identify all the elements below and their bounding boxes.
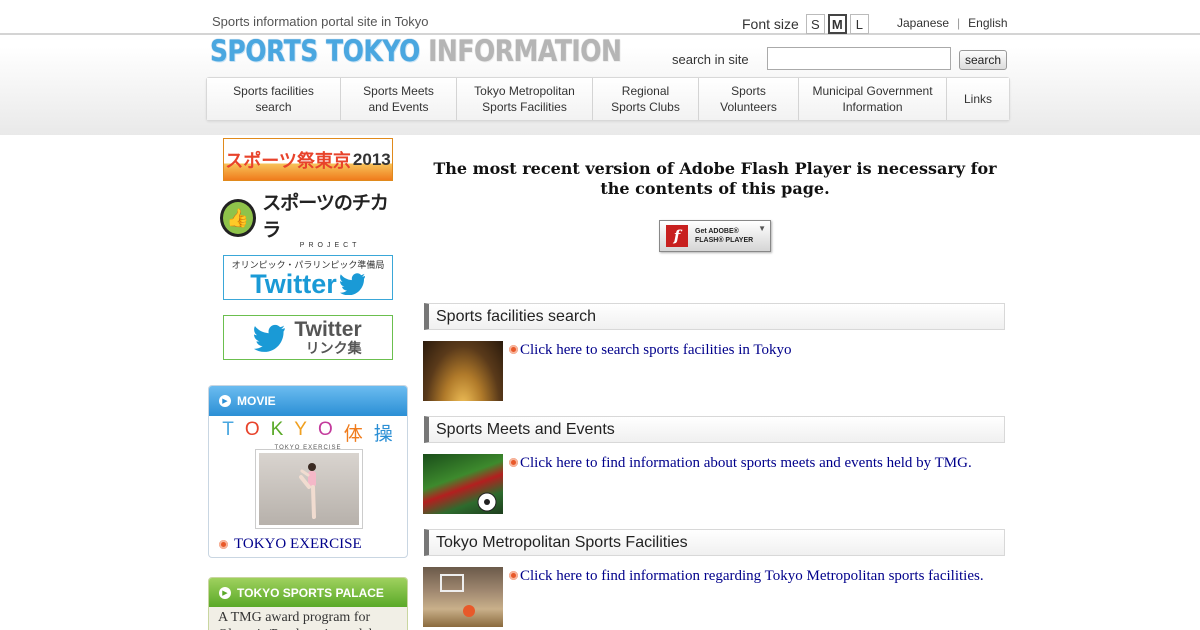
logo-char: K (270, 419, 285, 440)
section-heading-metropolitan-facilities: Tokyo Metropolitan Sports Facilities (424, 529, 1005, 556)
banner-twitter-links[interactable]: Twitter リンク集 (223, 315, 393, 360)
site-logo[interactable]: SPORTS TOKYO INFORMATION (210, 34, 622, 68)
section-image-soccer[interactable] (423, 454, 503, 514)
flash-icon: f (666, 225, 688, 247)
nav-tokyo-metropolitan-facilities[interactable]: Tokyo Metropolitan Sports Facilities (457, 78, 593, 120)
logo-char: 体 (343, 424, 364, 445)
section-heading-meets-events: Sports Meets and Events (424, 416, 1005, 443)
language-japanese-link[interactable]: Japanese (897, 16, 949, 30)
orange-bullet-icon (509, 458, 518, 467)
logo-char: O (244, 419, 261, 440)
banner-chikara-sub: PROJECT (299, 241, 361, 249)
logo-char: O (317, 419, 334, 440)
nav-sports-facilities-search[interactable]: Sports facilities search (207, 78, 341, 120)
section-link-text: Click here to find information regarding… (520, 568, 984, 584)
flash-required-message: The most recent version of Adobe Flash P… (433, 159, 997, 198)
nav-regional-sports-clubs[interactable]: Regional Sports Clubs (593, 78, 699, 120)
banner-chikara-text: スポーツのチカラ (262, 192, 389, 241)
logo-char: Y (294, 419, 308, 440)
twitter-bird-icon (254, 324, 286, 352)
movie-heading: MOVIE (237, 394, 276, 408)
banner-sports-festival-2013[interactable]: スポーツ祭東京 2013 (223, 138, 393, 181)
nav-sports-meets-events[interactable]: Sports Meets and Events (341, 78, 457, 120)
soccer-ball-image (477, 492, 497, 512)
download-arrow-icon: ▼ (758, 224, 766, 233)
flash-button-line1: Get ADOBE® (695, 228, 739, 235)
section-heading-facilities-search: Sports facilities search (424, 303, 1005, 330)
movie-panel: ▶ MOVIE T O K Y O 体 操 TOKYO EXERCISE TOK… (208, 385, 408, 558)
site-tagline: Sports information portal site in Tokyo (212, 14, 429, 29)
banner-twitter1-text: Twitter (250, 268, 337, 299)
section-link-facilities-search[interactable]: Click here to search sports facilities i… (509, 341, 989, 360)
sports-palace-heading: TOKYO SPORTS PALACE (237, 585, 384, 600)
sports-palace-panel: ▶ TOKYO SPORTS PALACE A TMG award progra… (208, 577, 408, 630)
twitter-bird-icon (339, 273, 365, 295)
nav-links[interactable]: Links (947, 78, 1009, 120)
basketball-hoop-image (440, 574, 475, 617)
font-size-control: Font size S M L (742, 14, 872, 34)
font-size-small-button[interactable]: S (805, 14, 825, 34)
font-size-medium-button[interactable]: M (827, 14, 847, 34)
movie-heading-bar: ▶ MOVIE (209, 386, 407, 416)
section-link-text: Click here to search sports facilities i… (520, 342, 792, 358)
thumbs-up-icon: 👍 (220, 199, 257, 237)
banner-twitter2-sub: リンク集 (305, 340, 362, 356)
language-switch: Japanese | English (897, 16, 1008, 30)
section-link-meets-events[interactable]: Click here to find information about spo… (509, 454, 989, 473)
section-image-basketball[interactable] (423, 567, 503, 627)
exercise-figure-image (299, 463, 316, 519)
orange-bullet-icon (219, 540, 228, 549)
play-circle-icon: ▶ (219, 395, 231, 407)
movie-link[interactable]: TOKYO EXERCISE (219, 536, 362, 553)
banner-matsuri-text: スポーツ祭東京 (225, 150, 351, 172)
logo-char: 操 (373, 424, 394, 445)
banner-twitter-olympic[interactable]: オリンピック・パラリンピック準備局 Twitter (223, 255, 393, 300)
get-flash-player-button[interactable]: f Get ADOBE® FLASH® PLAYER ▼ (659, 220, 771, 252)
orange-bullet-icon (509, 345, 518, 354)
sports-palace-text: A TMG award program for Olympic/Paralymp… (218, 610, 372, 630)
search-input[interactable] (767, 47, 951, 70)
section-link-metropolitan-facilities[interactable]: Click here to find information regarding… (509, 567, 989, 586)
orange-bullet-icon (509, 571, 518, 580)
banner-sports-power-project[interactable]: 👍 スポーツのチカラ PROJECT (220, 193, 398, 249)
play-circle-icon: ▶ (219, 586, 231, 599)
nav-sports-volunteers[interactable]: Sports Volunteers (699, 78, 799, 120)
movie-thumbnail[interactable] (256, 450, 362, 528)
banner-matsuri-year: 2013 (352, 149, 391, 169)
movie-link-text: TOKYO EXERCISE (234, 536, 362, 552)
banner-twitter2-text: Twitter (294, 318, 362, 341)
logo-sub-text: INFORMATION (428, 34, 622, 68)
nav-municipal-government[interactable]: Municipal Government Information (799, 78, 947, 120)
logo-main-text: SPORTS TOKYO (210, 34, 420, 68)
section-link-text: Click here to find information about spo… (520, 455, 972, 471)
search-label: search in site (672, 52, 749, 67)
section-image-gymnasium[interactable] (423, 341, 503, 401)
logo-char: T (222, 419, 235, 440)
language-english-link[interactable]: English (968, 16, 1007, 30)
tokyo-exercise-logo: T O K Y O 体 操 (209, 419, 407, 446)
language-separator: | (957, 16, 961, 30)
sports-palace-heading-bar: ▶ TOKYO SPORTS PALACE (209, 578, 407, 607)
search-button[interactable]: search (959, 50, 1007, 70)
global-navigation: Sports facilities search Sports Meets an… (206, 77, 1010, 121)
font-size-label: Font size (742, 16, 799, 32)
flash-button-line2: FLASH® PLAYER (695, 237, 754, 244)
font-size-large-button[interactable]: L (849, 14, 869, 34)
